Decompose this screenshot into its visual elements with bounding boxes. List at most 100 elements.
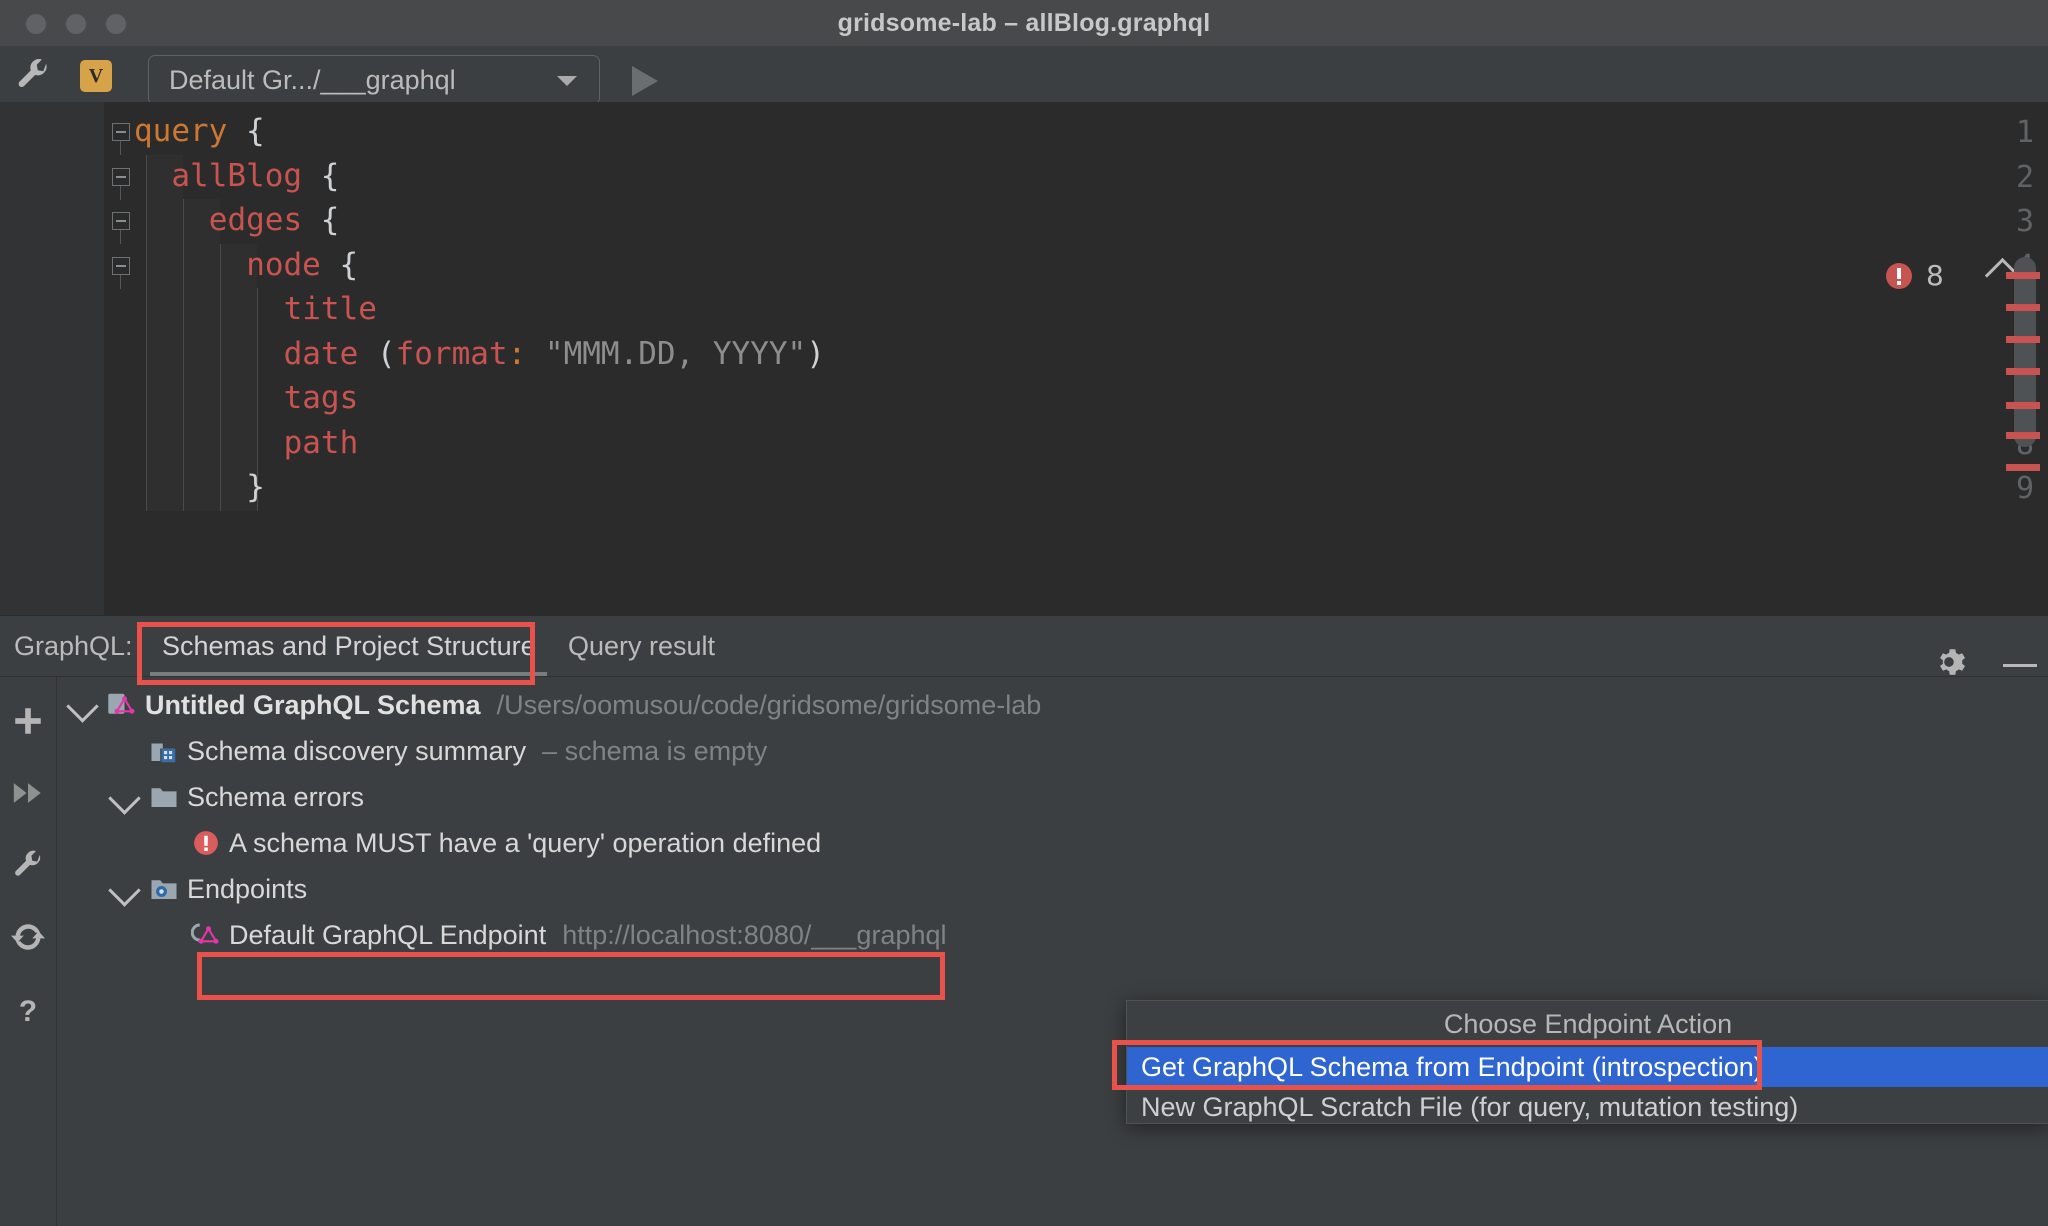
- panel-sidebar: ?: [0, 676, 57, 1226]
- code-token: ): [806, 335, 825, 372]
- chevron-down-icon[interactable]: [108, 782, 141, 815]
- code-token: format: [395, 335, 508, 372]
- fast-forward-icon[interactable]: [11, 776, 45, 810]
- error-icon: [1886, 262, 1912, 289]
- indent-block: [146, 155, 183, 511]
- fold-tail: [120, 274, 121, 289]
- tree-row[interactable]: Endpoints: [57, 866, 2048, 912]
- main-toolbar: V Default Gr.../___graphql: [0, 46, 2048, 105]
- code-token: }: [246, 469, 265, 505]
- fold-tail: [120, 230, 121, 244]
- code-line: query {: [134, 113, 265, 149]
- run-icon[interactable]: [632, 66, 658, 96]
- tree-node-secondary: – schema is empty: [542, 736, 768, 766]
- tab-schemas-and-project-structure[interactable]: Schemas and Project Structure: [162, 616, 536, 676]
- tree-row[interactable]: A schema MUST have a 'query' operation d…: [57, 820, 2048, 866]
- schema-tree[interactable]: Untitled GraphQL Schema/Users/oomusou/co…: [57, 676, 2048, 1226]
- error-count: 8: [1926, 259, 1944, 292]
- tree-node-label: A schema MUST have a 'query' operation d…: [229, 828, 822, 858]
- error-icon: [191, 828, 221, 858]
- tree-row[interactable]: Schema errors: [57, 774, 2048, 820]
- code-token: path: [283, 424, 359, 461]
- code-editor[interactable]: 123456789 query {allBlog {edges {node {t…: [0, 102, 2048, 615]
- title-bar: gridsome-lab – allBlog.graphql: [0, 0, 2048, 47]
- endpoint-context-menu[interactable]: Choose Endpoint Action Get GraphQL Schem…: [1126, 1000, 2048, 1124]
- app-window: gridsome-lab – allBlog.graphql V Default…: [0, 0, 2048, 1226]
- wrench-icon[interactable]: [14, 56, 52, 94]
- code-token: {: [246, 113, 265, 149]
- tree-node-label: Untitled GraphQL Schema: [145, 690, 481, 720]
- code-line: }: [246, 469, 265, 505]
- fold-toggle-icon[interactable]: [112, 123, 130, 141]
- indent-guide: [183, 199, 184, 511]
- code-token: node: [246, 246, 321, 283]
- error-stripe-scrollbar[interactable]: [2006, 102, 2042, 615]
- folder-icon: [149, 782, 179, 812]
- code-token: allBlog: [171, 157, 303, 194]
- chevron-down-icon[interactable]: [108, 874, 141, 907]
- fold-tail: [120, 185, 121, 200]
- fold-toggle-icon[interactable]: [112, 212, 130, 230]
- menu-item-get-schema[interactable]: Get GraphQL Schema from Endpoint (intros…: [1127, 1047, 2048, 1087]
- tree-node-label: Endpoints: [187, 874, 308, 904]
- add-icon[interactable]: [11, 704, 45, 738]
- endpoints-folder-icon: [149, 874, 179, 904]
- code-token: "MMM.DD, YYYY": [544, 335, 807, 372]
- panel-tab-bar: GraphQL: Schemas and Project Structure Q…: [0, 616, 2048, 677]
- tree-node-label: Schema discovery summary: [187, 736, 527, 766]
- code-token: {: [339, 246, 359, 283]
- scrollbar-thumb[interactable]: [2014, 257, 2036, 447]
- tree-node-label: Default GraphQL Endpoint: [229, 920, 547, 950]
- endpoint-combo[interactable]: Default Gr.../___graphql: [148, 55, 600, 105]
- version-badge[interactable]: V: [80, 60, 112, 92]
- building-icon: [149, 736, 179, 766]
- code-line: date (format: "MMM.DD, YYYY"): [284, 336, 825, 372]
- gear-icon[interactable]: [1932, 645, 1966, 679]
- code-line: allBlog {: [171, 158, 339, 194]
- tree-node-secondary: /Users/oomusou/code/gridsome/gridsome-la…: [496, 690, 1042, 720]
- line-number-gutter: [0, 102, 104, 615]
- indent-block: [183, 199, 220, 511]
- fold-toggle-icon[interactable]: [112, 167, 130, 186]
- tree-row[interactable]: Schema discovery summary – schema is empt…: [57, 728, 2048, 774]
- code-token: :: [507, 335, 527, 372]
- graphql-schema-icon: [107, 690, 137, 720]
- endpoint-combo-label: Default Gr.../___graphql: [169, 65, 456, 95]
- code-line: title: [284, 291, 377, 327]
- code-line: edges {: [209, 202, 340, 238]
- svg-text:?: ?: [19, 995, 37, 1028]
- minimize-icon[interactable]: [2003, 664, 2037, 667]
- panel-label: GraphQL:: [14, 631, 133, 661]
- indent-guide: [220, 243, 221, 511]
- code-line: tags: [284, 380, 359, 416]
- code-token: title: [283, 291, 377, 327]
- chevron-down-icon[interactable]: [66, 690, 99, 723]
- fold-toggle-icon[interactable]: [112, 256, 130, 275]
- fold-tail: [120, 141, 121, 155]
- indent-guide: [146, 154, 147, 511]
- tab-query-result[interactable]: Query result: [568, 616, 715, 676]
- code-token: tags: [283, 380, 359, 416]
- context-menu-title: Choose Endpoint Action: [1443, 1009, 1733, 1039]
- graphql-tool-window: GraphQL: Schemas and Project Structure Q…: [0, 615, 2048, 1226]
- tree-node-label: Schema errors: [187, 782, 365, 812]
- menu-item-new-scratch-file[interactable]: New GraphQL Scratch File (for query, mut…: [1127, 1087, 2048, 1127]
- code-token: edges: [208, 202, 303, 238]
- chevron-down-icon[interactable]: [557, 76, 577, 86]
- tree-row[interactable]: Default GraphQL Endpoint http://localhost…: [57, 912, 2048, 958]
- tree-row[interactable]: Untitled GraphQL Schema/Users/oomusou/co…: [57, 682, 2048, 728]
- code-token: (: [376, 335, 396, 372]
- wrench-icon[interactable]: [11, 848, 45, 882]
- refresh-icon[interactable]: [11, 920, 45, 954]
- window-title: gridsome-lab – allBlog.graphql: [837, 9, 1211, 37]
- code-token: query: [134, 113, 228, 149]
- graphql-endpoint-icon: [190, 920, 221, 950]
- help-icon[interactable]: ?: [11, 994, 45, 1028]
- code-token: date: [283, 335, 359, 372]
